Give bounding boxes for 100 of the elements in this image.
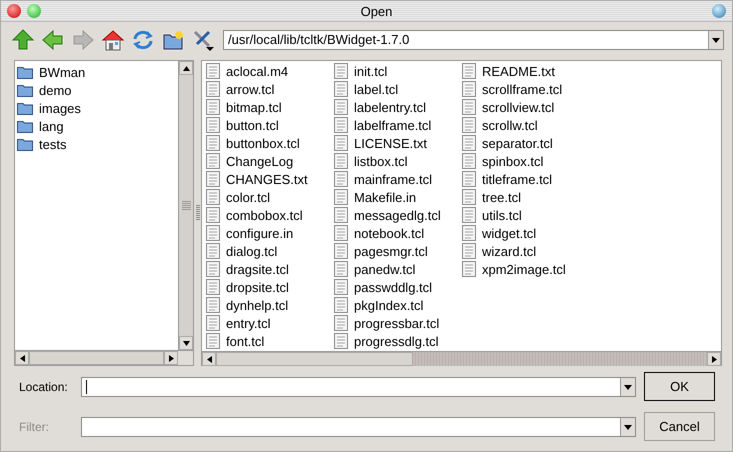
file-name[interactable]: dropsite.tcl (226, 280, 289, 294)
document-icon (334, 171, 348, 187)
document-icon (334, 243, 348, 259)
file-name[interactable]: separator.tcl (482, 136, 553, 150)
collapse-icon[interactable] (712, 4, 726, 18)
file-name[interactable]: progressbar.tcl (354, 316, 440, 330)
file-name[interactable]: aclocal.m4 (226, 64, 288, 78)
file-name[interactable]: tree.tcl (482, 190, 522, 204)
document-icon (462, 225, 476, 241)
cancel-button[interactable]: Cancel (644, 412, 715, 441)
document-icon (206, 81, 220, 97)
file-name[interactable]: passwddlg.tcl (354, 280, 432, 294)
folder-name[interactable]: lang (39, 118, 64, 134)
file-name[interactable]: entry.tcl (226, 316, 271, 330)
filter-label: Filter: (19, 420, 50, 434)
dropdown-icon[interactable] (620, 378, 635, 396)
file-name[interactable]: messagedlg.tcl (354, 208, 441, 222)
dropdown-icon[interactable] (708, 31, 723, 49)
document-icon (334, 81, 348, 97)
document-icon (206, 225, 220, 241)
file-name[interactable]: dialog.tcl (226, 244, 278, 258)
file-name[interactable]: scrollw.tcl (482, 118, 538, 132)
document-icon (462, 135, 476, 151)
document-icon (462, 117, 476, 133)
document-icon (206, 243, 220, 259)
file-name[interactable]: scrollview.tcl (482, 100, 554, 114)
file-name[interactable]: mainframe.tcl (354, 172, 432, 186)
file-name[interactable]: README.txt (482, 64, 555, 78)
folder-name[interactable]: BWman (39, 64, 86, 80)
file-name[interactable]: progressdlg.tcl (354, 334, 439, 348)
file-name[interactable]: font.tcl (226, 334, 264, 348)
pane-splitter[interactable] (196, 205, 200, 221)
file-name[interactable]: arrow.tcl (226, 82, 274, 96)
file-name[interactable]: labelentry.tcl (354, 100, 426, 114)
file-name[interactable]: wizard.tcl (482, 244, 536, 258)
close-icon[interactable] (7, 4, 21, 18)
up-arrow-icon[interactable] (182, 66, 190, 70)
file-name[interactable]: label.tcl (354, 82, 398, 96)
document-icon (206, 279, 220, 295)
ok-button[interactable]: OK (644, 372, 715, 401)
file-name[interactable]: utils.tcl (482, 208, 522, 222)
document-icon (334, 189, 348, 205)
document-icon (462, 261, 476, 277)
folder-icon (17, 119, 33, 133)
file-name[interactable]: buttonbox.tcl (226, 136, 300, 150)
document-icon (462, 189, 476, 205)
file-name[interactable]: button.tcl (226, 118, 279, 132)
file-name[interactable]: init.tcl (354, 64, 388, 78)
right-arrow-icon[interactable] (712, 356, 716, 362)
file-name[interactable]: panedw.tcl (354, 262, 416, 276)
file-name[interactable]: listbox.tcl (354, 154, 408, 168)
location-label: Location: (19, 380, 69, 394)
document-icon (334, 315, 348, 331)
document-icon (462, 81, 476, 97)
file-name[interactable]: ChangeLog (226, 154, 294, 168)
document-icon (206, 315, 220, 331)
file-name[interactable]: pkgIndex.tcl (354, 298, 424, 312)
document-icon (334, 117, 348, 133)
left-arrow-icon[interactable] (20, 354, 24, 362)
document-icon (206, 153, 220, 169)
document-icon (206, 135, 220, 151)
document-icon (334, 135, 348, 151)
file-name[interactable]: widget.tcl (482, 226, 536, 240)
path-combobox[interactable]: /usr/local/lib/tcltk/BWidget-1.7.0 (223, 30, 724, 50)
vertical-scrollbar[interactable] (178, 61, 193, 350)
folder-name[interactable]: tests (39, 136, 66, 152)
left-arrow-icon[interactable] (206, 356, 212, 362)
document-icon (462, 153, 476, 169)
file-name[interactable]: spinbox.tcl (482, 154, 544, 168)
folder-icon (17, 83, 33, 97)
file-name[interactable]: titleframe.tcl (482, 172, 552, 186)
file-name[interactable]: scrollframe.tcl (482, 82, 562, 96)
document-icon (462, 243, 476, 259)
dropdown-icon[interactable] (620, 418, 635, 436)
horizontal-scrollbar[interactable] (15, 350, 193, 365)
file-name[interactable]: dynhelp.tcl (226, 298, 288, 312)
file-name[interactable]: notebook.tcl (354, 226, 424, 240)
file-name[interactable]: pagesmgr.tcl (354, 244, 428, 258)
down-arrow-icon[interactable] (182, 340, 190, 346)
file-name[interactable]: CHANGES.txt (226, 172, 308, 186)
file-name[interactable]: LICENSE.txt (354, 136, 427, 150)
file-name[interactable]: bitmap.tcl (226, 100, 282, 114)
document-icon (334, 207, 348, 223)
file-name[interactable]: dragsite.tcl (226, 262, 289, 276)
document-icon (462, 171, 476, 187)
file-name[interactable]: combobox.tcl (226, 208, 303, 222)
file-name[interactable]: configure.in (226, 226, 294, 240)
horizontal-scrollbar[interactable] (202, 351, 721, 366)
file-name[interactable]: labelframe.tcl (354, 118, 432, 132)
file-name[interactable]: color.tcl (226, 190, 270, 204)
document-icon (206, 297, 220, 313)
file-name[interactable]: Makefile.in (354, 190, 416, 204)
folder-name[interactable]: demo (39, 82, 72, 98)
scroll-grip[interactable] (182, 200, 190, 210)
file-name[interactable]: xpm2image.tcl (482, 262, 566, 276)
document-icon (206, 207, 220, 223)
folder-name[interactable]: images (39, 100, 81, 116)
document-icon (206, 261, 220, 277)
document-icon (334, 297, 348, 313)
right-arrow-icon[interactable] (168, 354, 174, 362)
